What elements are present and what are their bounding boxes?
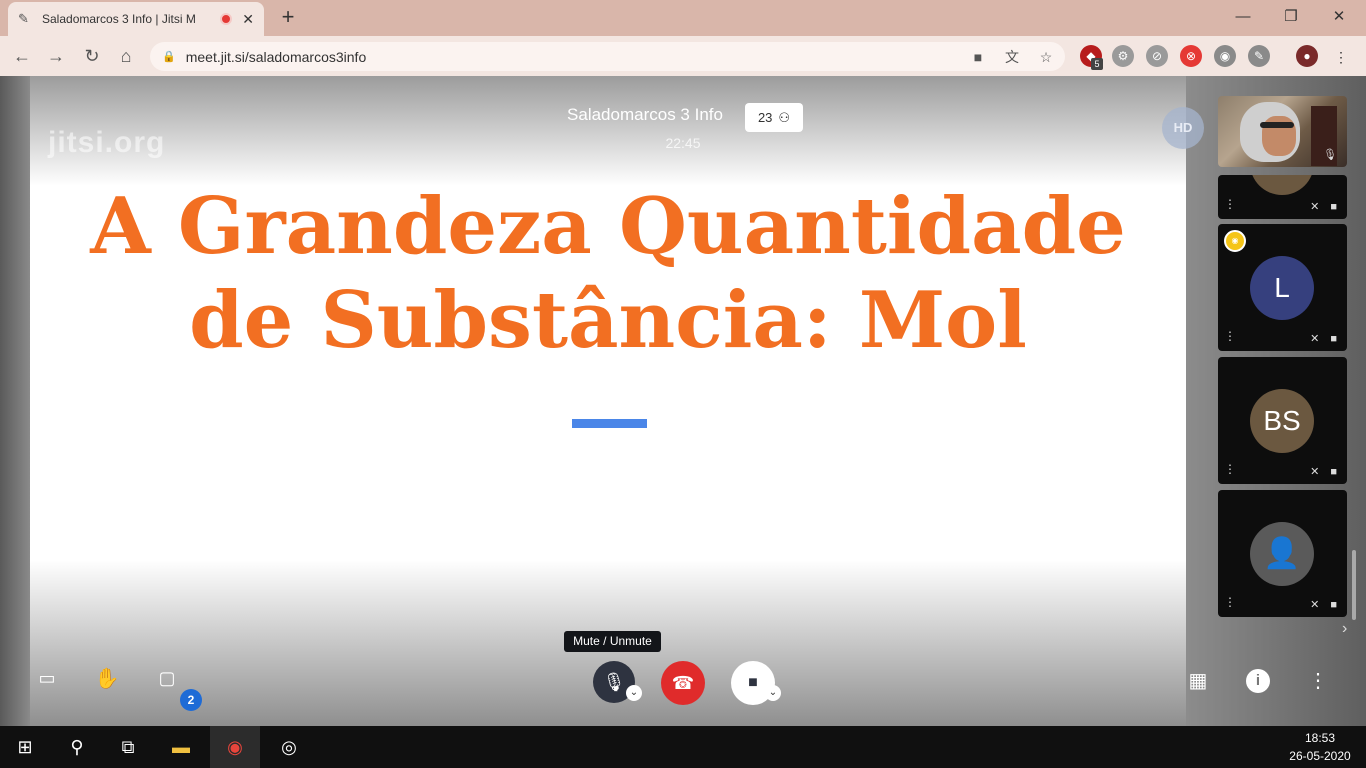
participants-icon: ⚇: [778, 109, 791, 125]
close-window-button[interactable]: ✕: [1324, 6, 1354, 28]
back-button[interactable]: ←: [10, 44, 34, 68]
extension-link-icon[interactable]: ⊘: [1146, 45, 1168, 67]
chat-bubble-icon: ▢: [158, 668, 176, 688]
address-bar[interactable]: 🔒 meet.jit.si/saladomarcos3info: [150, 42, 1065, 71]
chat-button[interactable]: ▢: [154, 668, 180, 694]
tile-view-button[interactable]: ▦: [1184, 668, 1212, 696]
remote-thumbnail-partial[interactable]: ⋮ ✕ ■: [1218, 175, 1347, 219]
recording-indicator-icon: [220, 13, 233, 25]
participant-count: 23: [757, 110, 773, 125]
bookmark-star-icon[interactable]: ☆: [1035, 46, 1057, 68]
user-icon: 👤: [1263, 537, 1301, 570]
tab-title: Saladomarcos 3 Info | Jitsi M: [42, 12, 196, 26]
slide-title-line-2: de Substância: Mol: [189, 275, 1027, 366]
new-tab-button[interactable]: +: [276, 6, 300, 30]
slide-title: A Grandeza Quantidade de Substância: Mol: [30, 180, 1186, 368]
conference-name: Saladomarcos 3 Info: [567, 105, 723, 124]
conference-timer: 22:45: [665, 135, 701, 151]
extension-gear-icon[interactable]: ⚙: [1112, 45, 1134, 67]
muted-status-icons: ✕ ■: [1310, 333, 1341, 345]
default-user-avatar: 👤: [1250, 522, 1314, 586]
search-icon[interactable]: ⚲: [52, 726, 102, 768]
info-button[interactable]: i: [1246, 669, 1270, 693]
jitsi-watermark: jitsi.org: [48, 126, 166, 159]
extension-badge: 5: [1091, 58, 1103, 70]
task-view-icon[interactable]: ⧉: [103, 726, 153, 768]
reload-button[interactable]: ↻: [80, 44, 104, 68]
browser-tab[interactable]: ✎ Saladomarcos 3 Info | Jitsi M ✕: [8, 2, 264, 36]
avatar: BS: [1250, 389, 1314, 453]
audio-settings-chevron-icon[interactable]: ⌄: [626, 685, 642, 701]
participant-video-glasses: [1260, 122, 1294, 128]
video-settings-chevron-icon[interactable]: ⌄: [765, 685, 781, 701]
chrome-taskbar-icon[interactable]: ◉: [210, 726, 260, 768]
filmstrip-scrollbar[interactable]: [1352, 550, 1356, 620]
jitsi-favicon-icon: ✎: [18, 11, 29, 26]
avatar: L: [1250, 256, 1314, 320]
mute-tooltip: Mute / Unmute: [564, 631, 661, 652]
remote-thumbnail[interactable]: 👤 ⋮ ✕ ■: [1218, 490, 1347, 617]
muted-status-icons: ✕ ■: [1310, 201, 1341, 213]
hand-icon: ✋: [94, 668, 120, 690]
video-camera-icon: ■: [748, 674, 758, 691]
hangup-button[interactable]: ☎: [661, 661, 705, 705]
chevron-right-icon[interactable]: ›: [1342, 620, 1358, 640]
thumbnail-menu-icon[interactable]: ⋮: [1224, 197, 1236, 211]
translate-icon[interactable]: 文: [1001, 46, 1023, 68]
extension-camera-icon[interactable]: ◉: [1214, 45, 1236, 67]
clock-date: 26-05-2020: [1289, 749, 1351, 763]
forward-button[interactable]: →: [44, 44, 68, 68]
browser-menu-icon[interactable]: ⋮: [1330, 46, 1352, 68]
thumbnail-menu-icon[interactable]: ⋮: [1224, 329, 1236, 343]
dominant-speaker-icon: ◉: [1224, 230, 1246, 252]
top-gradient: [30, 76, 1186, 186]
extension-block-icon[interactable]: ⊗: [1180, 45, 1202, 67]
more-actions-button[interactable]: ⋮: [1308, 668, 1328, 696]
restore-window-button[interactable]: ❐: [1276, 6, 1306, 28]
windows-start-icon[interactable]: ⊞: [0, 726, 50, 768]
obs-taskbar-icon[interactable]: ◎: [264, 726, 314, 768]
avatar: [1250, 175, 1314, 195]
lock-icon: 🔒: [162, 51, 176, 63]
screen-share-button[interactable]: ▭: [34, 668, 60, 694]
grid-icon: ▦: [1188, 670, 1208, 692]
remote-thumbnail[interactable]: BS ⋮ ✕ ■: [1218, 357, 1347, 484]
clock-time: 18:53: [1304, 731, 1336, 745]
mic-off-icon: 🎙: [602, 672, 626, 692]
file-explorer-icon[interactable]: ▬: [156, 726, 206, 768]
profile-avatar[interactable]: ●: [1296, 45, 1318, 67]
more-vertical-icon: ⋮: [1308, 670, 1328, 692]
extension-pen-icon[interactable]: ✎: [1248, 45, 1270, 67]
remote-thumbnail[interactable]: ◉ L ⋮ ✕ ■: [1218, 224, 1347, 351]
thumbnail-menu-icon[interactable]: ⋮: [1224, 595, 1236, 609]
chat-unread-badge: 2: [180, 689, 202, 711]
slide-title-line-1: A Grandeza Quantidade: [90, 181, 1126, 272]
muted-status-icons: ✕ ■: [1310, 466, 1341, 478]
local-video-thumbnail[interactable]: 🎙: [1218, 96, 1347, 167]
info-icon: i: [1255, 672, 1261, 689]
participant-count-button[interactable]: 23 ⚇: [745, 103, 803, 132]
mic-muted-icon: 🎙: [1323, 149, 1341, 161]
home-button[interactable]: ⌂: [114, 44, 138, 68]
muted-status-icons: ✕ ■: [1310, 599, 1341, 611]
system-clock[interactable]: 18:53 26-05-2020: [1280, 729, 1360, 765]
desktop-icon: ▭: [38, 668, 56, 688]
slide-accent-bar: [572, 419, 647, 428]
camera-permission-icon[interactable]: ■: [967, 46, 989, 68]
close-tab-icon[interactable]: ✕: [242, 11, 254, 28]
url-text: meet.jit.si/saladomarcos3info: [185, 48, 367, 65]
minimize-window-button[interactable]: —: [1228, 6, 1258, 28]
stage-left-edge: [0, 76, 30, 726]
phone-hangup-icon: ☎: [671, 673, 695, 693]
thumbnail-menu-icon[interactable]: ⋮: [1224, 462, 1236, 476]
raise-hand-button[interactable]: ✋: [94, 666, 120, 694]
video-quality-badge[interactable]: HD: [1162, 107, 1204, 149]
